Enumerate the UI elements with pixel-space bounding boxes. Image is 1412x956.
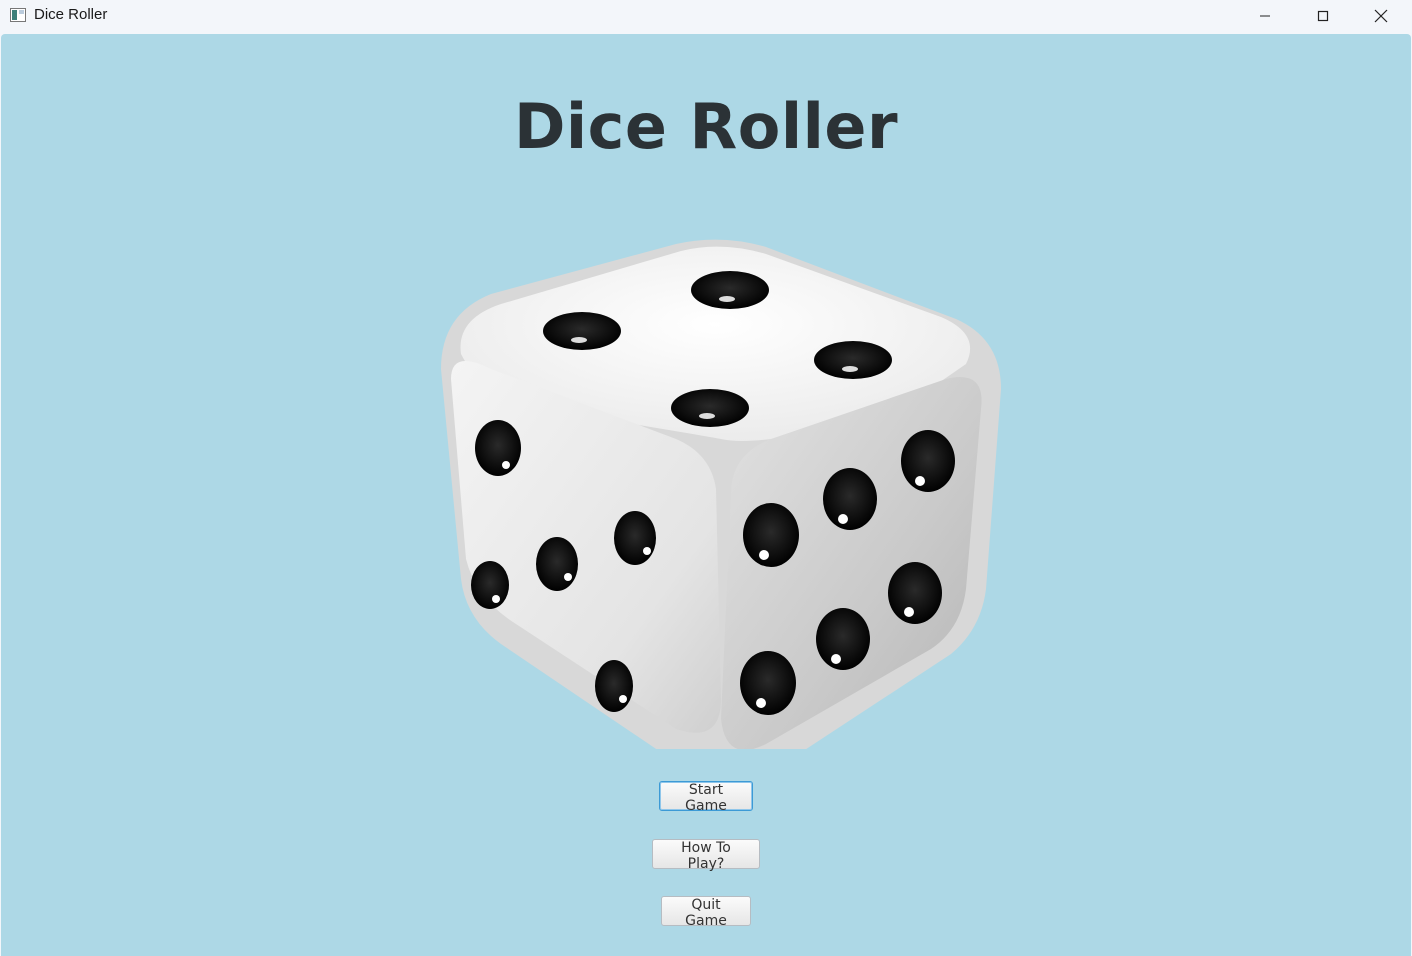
main-content: Dice Roller Start Game How To Play? Quit… — [1, 34, 1411, 956]
app-window: Dice Roller Dice Roller Start Game How T… — [0, 0, 1412, 956]
quit-game-button[interactable]: Quit Game — [661, 896, 751, 929]
minimize-icon — [1260, 15, 1270, 17]
start-game-button[interactable]: Start Game — [659, 781, 753, 814]
page-title: Dice Roller — [513, 90, 899, 163]
close-icon — [1374, 9, 1388, 23]
maximize-button[interactable] — [1294, 0, 1352, 32]
app-icon — [10, 8, 26, 22]
window-title: Dice Roller — [34, 6, 108, 23]
minimize-button[interactable] — [1236, 0, 1294, 32]
title-bar[interactable]: Dice Roller — [0, 0, 1412, 32]
how-to-play-button[interactable]: How To Play? — [652, 839, 760, 872]
close-button[interactable] — [1352, 0, 1410, 32]
maximize-icon — [1317, 10, 1329, 22]
dice-icon — [441, 239, 1001, 749]
